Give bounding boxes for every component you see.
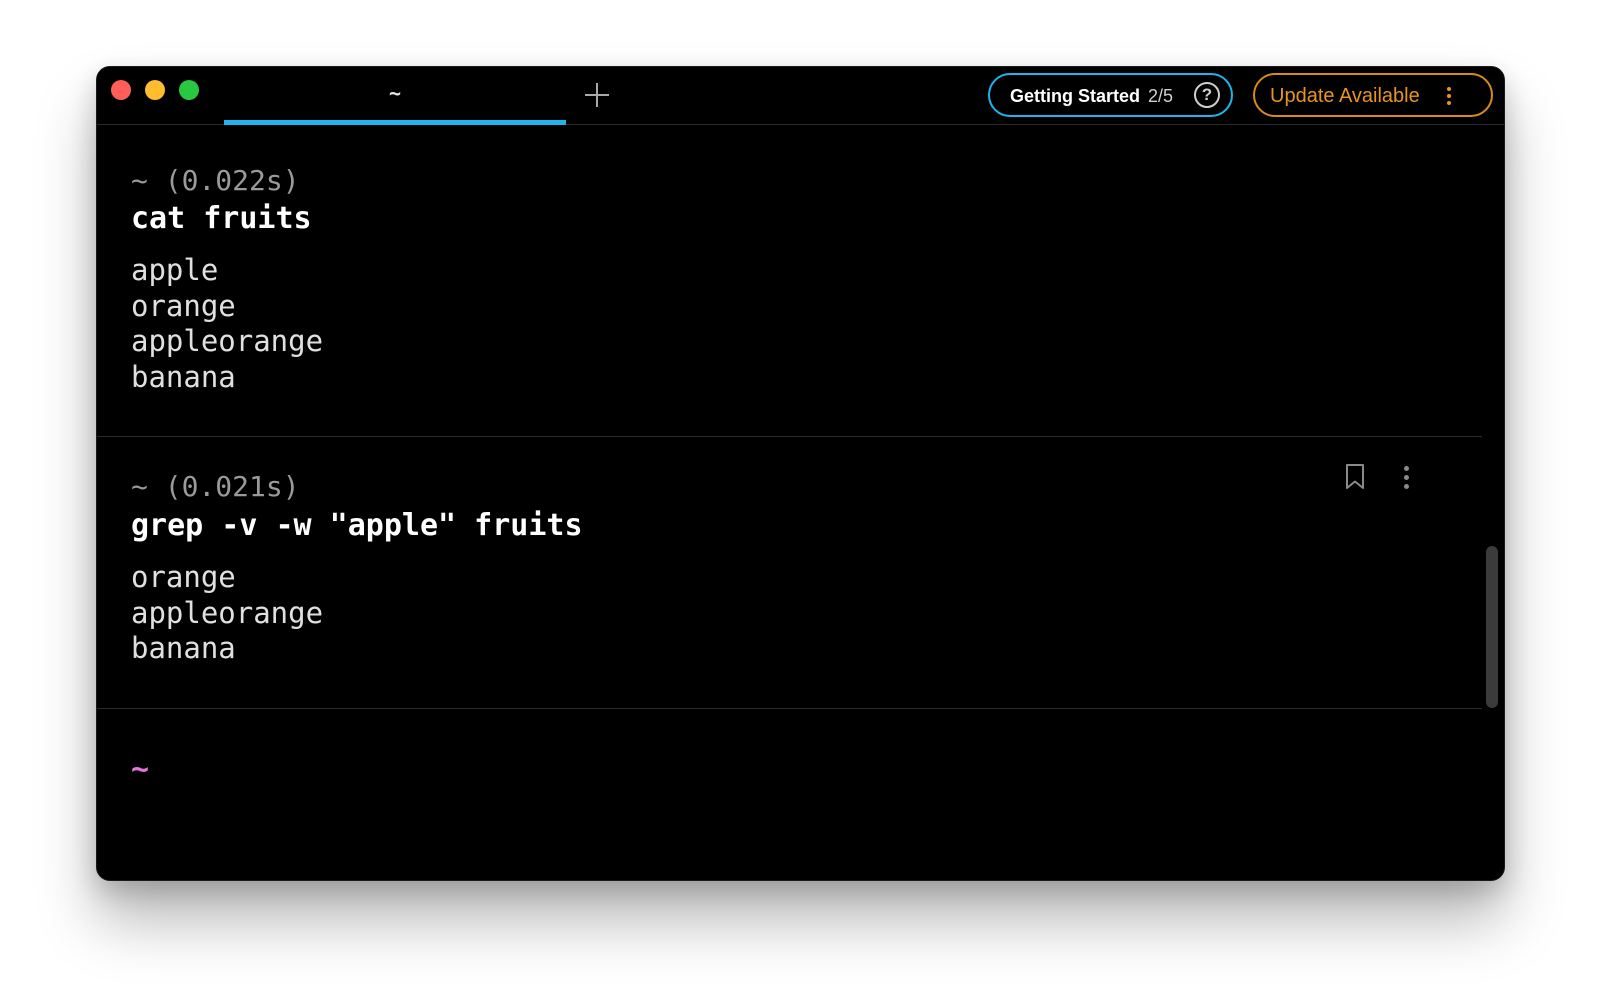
output-line: banana [131,359,236,394]
output-line: banana [131,631,236,665]
output-line: orange [131,288,236,323]
tab-label: ~ [388,81,402,105]
command-input-area[interactable]: ~ [97,710,1504,880]
update-available-button[interactable]: Update Available [1253,73,1493,117]
command-block[interactable]: ~ (0.021s) grep -v -w "apple" fruits ora… [97,437,1482,709]
vertical-ellipsis-icon[interactable] [1445,86,1453,106]
plus-icon[interactable] [581,79,613,111]
block-output: apple orange appleorange banana [131,253,323,395]
bookmark-icon[interactable] [1344,463,1366,491]
output-line: appleorange [131,324,324,358]
output-line: orange [131,560,236,594]
update-available-label: Update Available [1270,85,1420,107]
block-prompt-meta: ~ (0.021s) [131,470,300,503]
close-window-button[interactable] [111,80,131,100]
vertical-ellipsis-icon[interactable] [1403,465,1411,491]
output-line: apple [131,253,219,287]
terminal-window: ~ Getting Started 2/5 ? Update Available… [96,66,1505,881]
zoom-window-button[interactable] [179,80,199,100]
getting-started-label: Getting Started [1010,86,1141,106]
title-bar: ~ Getting Started 2/5 ? Update Available [97,67,1504,125]
getting-started-button[interactable]: Getting Started 2/5 ? [988,73,1233,117]
block-command: grep -v -w "apple" fruits [131,508,583,543]
input-prompt: ~ [131,752,150,787]
tab-home[interactable]: ~ [224,67,566,125]
block-command: cat fruits [131,201,312,236]
question-circle-icon[interactable]: ? [1194,82,1220,108]
block-output: orange appleorange banana [131,560,323,667]
getting-started-progress: 2/5 [1148,86,1174,106]
block-prompt-meta: ~ (0.022s) [131,164,300,197]
minimize-window-button[interactable] [145,80,165,100]
scrollbar[interactable] [1486,546,1498,708]
command-block[interactable]: ~ (0.022s) cat fruits apple orange apple… [97,125,1482,437]
output-line: appleorange [131,595,324,630]
